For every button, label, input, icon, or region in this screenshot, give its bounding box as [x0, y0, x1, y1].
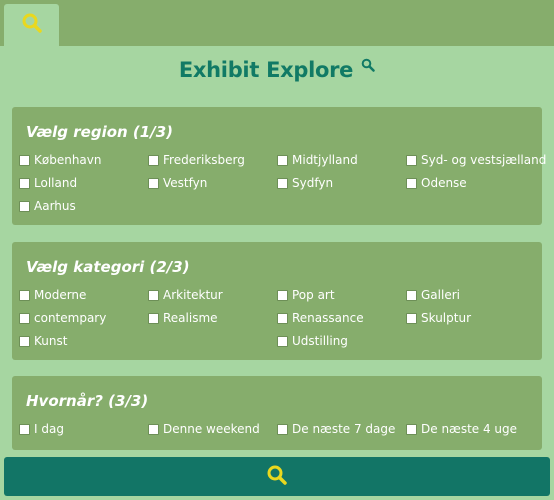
checkbox[interactable] — [406, 289, 417, 301]
checkbox-option[interactable]: Kunst — [19, 334, 67, 348]
checkbox[interactable] — [277, 177, 288, 189]
search-icon — [361, 57, 375, 76]
category-panel: Vælg kategori (2/3) Moderne Arkitektur P… — [12, 242, 542, 360]
title-row: Exhibit Explore — [0, 52, 554, 88]
checkbox[interactable] — [406, 154, 417, 166]
checkbox[interactable] — [406, 312, 417, 324]
time-panel: Hvornår? (3/3) I dag Denne weekend De næ… — [12, 376, 542, 450]
checkbox[interactable] — [19, 177, 30, 189]
top-bar — [0, 0, 554, 46]
search-icon — [21, 12, 43, 38]
search-button[interactable] — [4, 457, 550, 496]
page-title: Exhibit Explore — [178, 58, 354, 82]
checkbox-option[interactable]: Arkitektur — [148, 288, 223, 302]
checkbox-option[interactable]: Denne weekend — [148, 422, 260, 436]
region-heading: Vælg region (1/3) — [26, 123, 173, 141]
checkbox[interactable] — [406, 423, 417, 435]
checkbox-option[interactable]: Sydfyn — [277, 176, 333, 190]
checkbox[interactable] — [277, 312, 288, 324]
checkbox[interactable] — [19, 312, 30, 324]
checkbox-option[interactable]: Skulptur — [406, 311, 471, 325]
search-icon — [266, 464, 288, 490]
checkbox-option[interactable]: Renassance — [277, 311, 364, 325]
checkbox[interactable] — [19, 289, 30, 301]
checkbox-option[interactable]: Moderne — [19, 288, 86, 302]
checkbox-option[interactable]: København — [19, 153, 101, 167]
checkbox-option[interactable]: Aarhus — [19, 199, 76, 213]
checkbox[interactable] — [277, 289, 288, 301]
checkbox[interactable] — [277, 423, 288, 435]
checkbox[interactable] — [19, 154, 30, 166]
checkbox[interactable] — [277, 154, 288, 166]
checkbox-option[interactable]: De næste 4 uge — [406, 422, 517, 436]
checkbox[interactable] — [277, 335, 288, 347]
checkbox[interactable] — [406, 177, 417, 189]
checkbox-option[interactable]: Syd- og vestsjælland — [406, 153, 546, 167]
checkbox[interactable] — [19, 200, 30, 212]
search-tab[interactable] — [4, 4, 59, 46]
checkbox-option[interactable]: Odense — [406, 176, 467, 190]
category-heading: Vælg kategori (2/3) — [26, 258, 190, 276]
checkbox-option[interactable]: Realisme — [148, 311, 218, 325]
checkbox[interactable] — [19, 335, 30, 347]
time-heading: Hvornår? (3/3) — [26, 392, 149, 410]
checkbox[interactable] — [148, 289, 159, 301]
checkbox[interactable] — [148, 312, 159, 324]
checkbox[interactable] — [148, 154, 159, 166]
checkbox-option[interactable]: Pop art — [277, 288, 335, 302]
checkbox-option[interactable]: contempary — [19, 311, 106, 325]
checkbox-option[interactable]: I dag — [19, 422, 64, 436]
checkbox-option[interactable]: Vestfyn — [148, 176, 207, 190]
checkbox-option[interactable]: Midtjylland — [277, 153, 358, 167]
checkbox-option[interactable]: De næste 7 dage — [277, 422, 395, 436]
checkbox-option[interactable]: Lolland — [19, 176, 77, 190]
region-panel: Vælg region (1/3) København Frederiksber… — [12, 107, 546, 225]
checkbox-option[interactable]: Udstilling — [277, 334, 348, 348]
checkbox[interactable] — [148, 177, 159, 189]
checkbox-option[interactable]: Frederiksberg — [148, 153, 245, 167]
checkbox-option[interactable]: Galleri — [406, 288, 460, 302]
checkbox[interactable] — [19, 423, 30, 435]
checkbox[interactable] — [148, 423, 159, 435]
